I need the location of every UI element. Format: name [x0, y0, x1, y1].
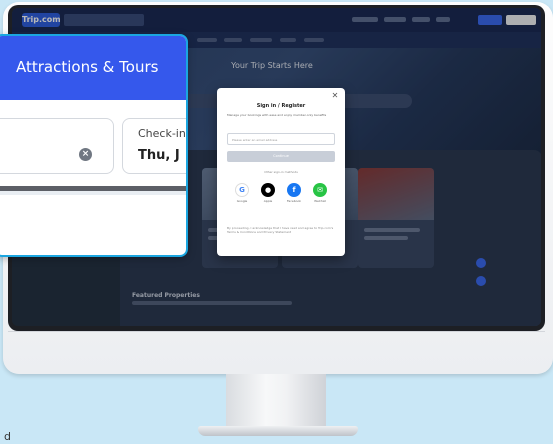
social-label: Google: [236, 199, 248, 203]
clear-icon[interactable]: ×: [79, 148, 92, 161]
terms-text: By proceeding, I acknowledge that I have…: [227, 226, 334, 234]
google-icon[interactable]: G: [235, 183, 249, 197]
monitor-stand-base: [198, 426, 358, 436]
monitor-chin: [8, 331, 545, 332]
modal-title: Sign in / Register: [256, 103, 306, 109]
destination-field[interactable]: [0, 118, 114, 174]
checkin-label: Check-in: [138, 127, 186, 140]
social-label: WeChat: [314, 199, 326, 203]
callout-strip: [0, 191, 186, 195]
continue-button[interactable]: Continue: [227, 151, 335, 162]
checkin-value: Thu, J: [138, 148, 180, 163]
email-field[interactable]: Please enter an email address: [227, 133, 335, 145]
close-icon[interactable]: ✕: [330, 91, 340, 101]
modal-subtitle: Manage your bookings with ease and enjoy…: [227, 113, 327, 117]
signin-modal: ✕ Sign in / Register Manage your booking…: [217, 88, 345, 256]
zoom-callout: Attractions & Tours × Check-in Thu, J: [0, 34, 188, 257]
facebook-icon[interactable]: f: [287, 183, 301, 197]
corner-text: d: [4, 430, 11, 443]
tab-attractions-tours[interactable]: Attractions & Tours: [16, 58, 186, 76]
monitor-stand-neck: [226, 374, 326, 428]
other-signin-label: Other sign-in methods: [264, 170, 298, 174]
wechat-icon[interactable]: ✉: [313, 183, 327, 197]
social-label: Apple: [263, 199, 273, 203]
social-label: Facebook: [286, 199, 302, 203]
apple-icon[interactable]: ●: [261, 183, 275, 197]
